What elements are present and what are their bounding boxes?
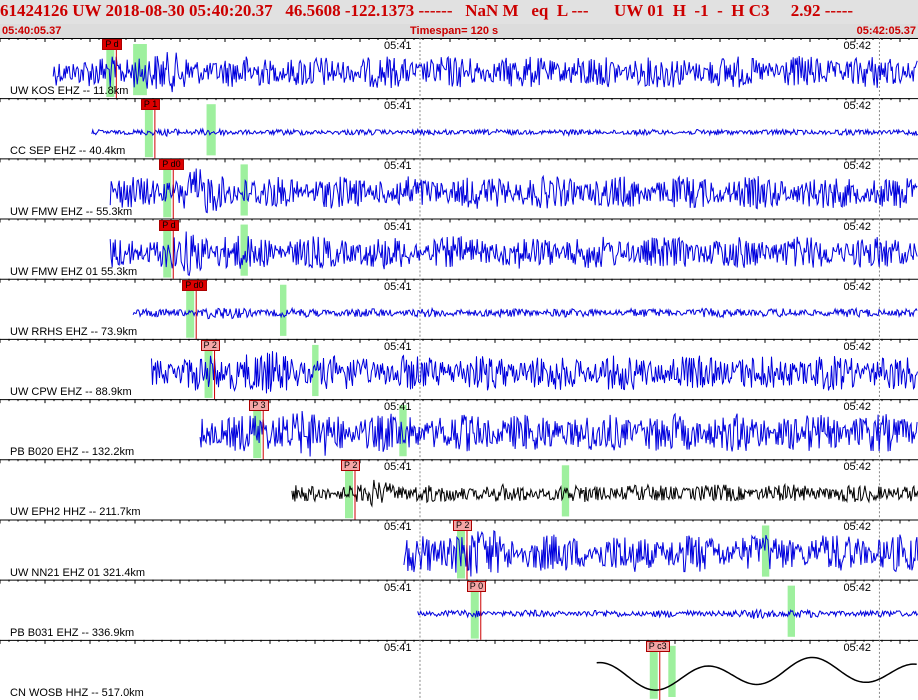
phase-pick-label[interactable]: P 0 [466, 580, 487, 592]
waveform [199, 410, 918, 457]
minute-label: 05:41 [383, 521, 412, 534]
minute-label: 05:41 [383, 220, 412, 233]
phase-pick-label[interactable]: P d0 [159, 159, 184, 171]
phase-pick-label[interactable]: P 2 [453, 520, 473, 532]
waveform [151, 351, 918, 394]
minute-label: 05:41 [383, 461, 412, 474]
waveform [132, 306, 918, 320]
minute-label: 05:42 [843, 160, 871, 173]
phase-pick-label[interactable]: P 1 [140, 99, 161, 111]
channel-label: CC SEP EHZ -- 40.4km [10, 145, 126, 158]
trace-row[interactable] [0, 399, 918, 460]
minute-label: 05:41 [383, 40, 412, 52]
channel-label: UW RRHS EHZ -- 73.9km [10, 325, 138, 338]
minute-label: 05:42 [843, 280, 871, 293]
waveform [109, 231, 918, 277]
waveform [291, 479, 918, 508]
minute-label: 05:42 [843, 461, 871, 474]
phase-pick-label[interactable]: P 2 [200, 339, 220, 351]
channel-label: UW FMW EHZ -- 55.3km [10, 205, 133, 218]
trace-row[interactable] [0, 338, 918, 400]
coda-window-marker [240, 224, 248, 276]
minute-label: 05:41 [383, 401, 412, 414]
phase-pick-label[interactable]: P d [159, 219, 179, 231]
channel-label: UW KOS EHZ -- 11.8km [10, 85, 129, 98]
start-time: 05:40:05.37 [2, 25, 62, 37]
channel-label: PB B020 EHZ -- 132.2km [10, 446, 135, 459]
channel-label: UW EPH2 HHZ -- 211.7km [10, 506, 141, 519]
event-summary-text: 61424126 UW 2018-08-30 05:40:20.37 46.56… [0, 1, 854, 20]
pick-window-marker [470, 584, 479, 639]
phase-pick-label[interactable]: P 2 [341, 460, 361, 472]
pick-window-marker [144, 102, 153, 158]
minute-label: 05:41 [383, 641, 412, 654]
phase-pick-label[interactable]: P d0 [182, 279, 207, 291]
end-time: 05:42:05.37 [856, 25, 916, 37]
waveform [52, 52, 918, 93]
event-header-bar: 61424126 UW 2018-08-30 05:40:20.37 46.56… [0, 0, 918, 24]
seismogram-panel[interactable]: P d UW KOS EHZ -- 11.8km 05:41 05:42 P 1 CC S… [0, 38, 918, 700]
trace-row[interactable] [0, 579, 918, 640]
minute-label: 05:41 [383, 100, 412, 113]
channel-label: UW NN21 EHZ 01 321.4km [10, 566, 146, 579]
coda-window-marker [279, 284, 287, 336]
channel-label: CN WOSB HHZ -- 517.0km [10, 687, 144, 699]
minute-label: 05:41 [383, 340, 412, 353]
trace-row[interactable] [0, 278, 918, 339]
coda-window-marker [668, 645, 676, 697]
waveform [417, 608, 918, 620]
minute-label: 05:42 [843, 521, 871, 534]
waveform [403, 529, 918, 577]
phase-pick-label[interactable]: P 3 [249, 400, 269, 412]
phase-pick-label[interactable]: P c3 [645, 640, 670, 652]
time-range-bar: 05:40:05.37 Timespan= 120 s 05:42:05.37 [0, 24, 918, 38]
channel-label: UW FMW EHZ 01 55.3km [10, 265, 138, 278]
minute-label: 05:42 [843, 401, 871, 414]
minute-label: 05:41 [383, 160, 412, 173]
channel-label: PB B031 EHZ -- 336.9km [10, 626, 135, 639]
trace-row[interactable] [0, 98, 918, 159]
waveform [109, 168, 918, 214]
minute-label: 05:42 [843, 641, 871, 654]
timespan-label: Timespan= 120 s [410, 25, 499, 37]
trace-row[interactable] [0, 38, 918, 99]
pick-window-marker [186, 283, 195, 338]
waveform [596, 656, 917, 691]
minute-label: 05:42 [843, 581, 871, 594]
trace-canvas [0, 38, 918, 700]
phase-pick-label[interactable]: P d [102, 39, 122, 50]
minute-label: 05:42 [843, 220, 871, 233]
channel-label: UW CPW EHZ -- 88.9km [10, 386, 132, 399]
trace-row[interactable] [0, 218, 918, 279]
minute-label: 05:42 [843, 340, 871, 353]
minute-label: 05:41 [383, 581, 412, 594]
trace-row[interactable] [0, 158, 918, 219]
minute-label: 05:42 [843, 40, 871, 52]
minute-label: 05:41 [383, 280, 412, 293]
coda-window-marker [206, 104, 216, 156]
minute-label: 05:42 [843, 100, 871, 113]
coda-window-marker [761, 525, 770, 577]
